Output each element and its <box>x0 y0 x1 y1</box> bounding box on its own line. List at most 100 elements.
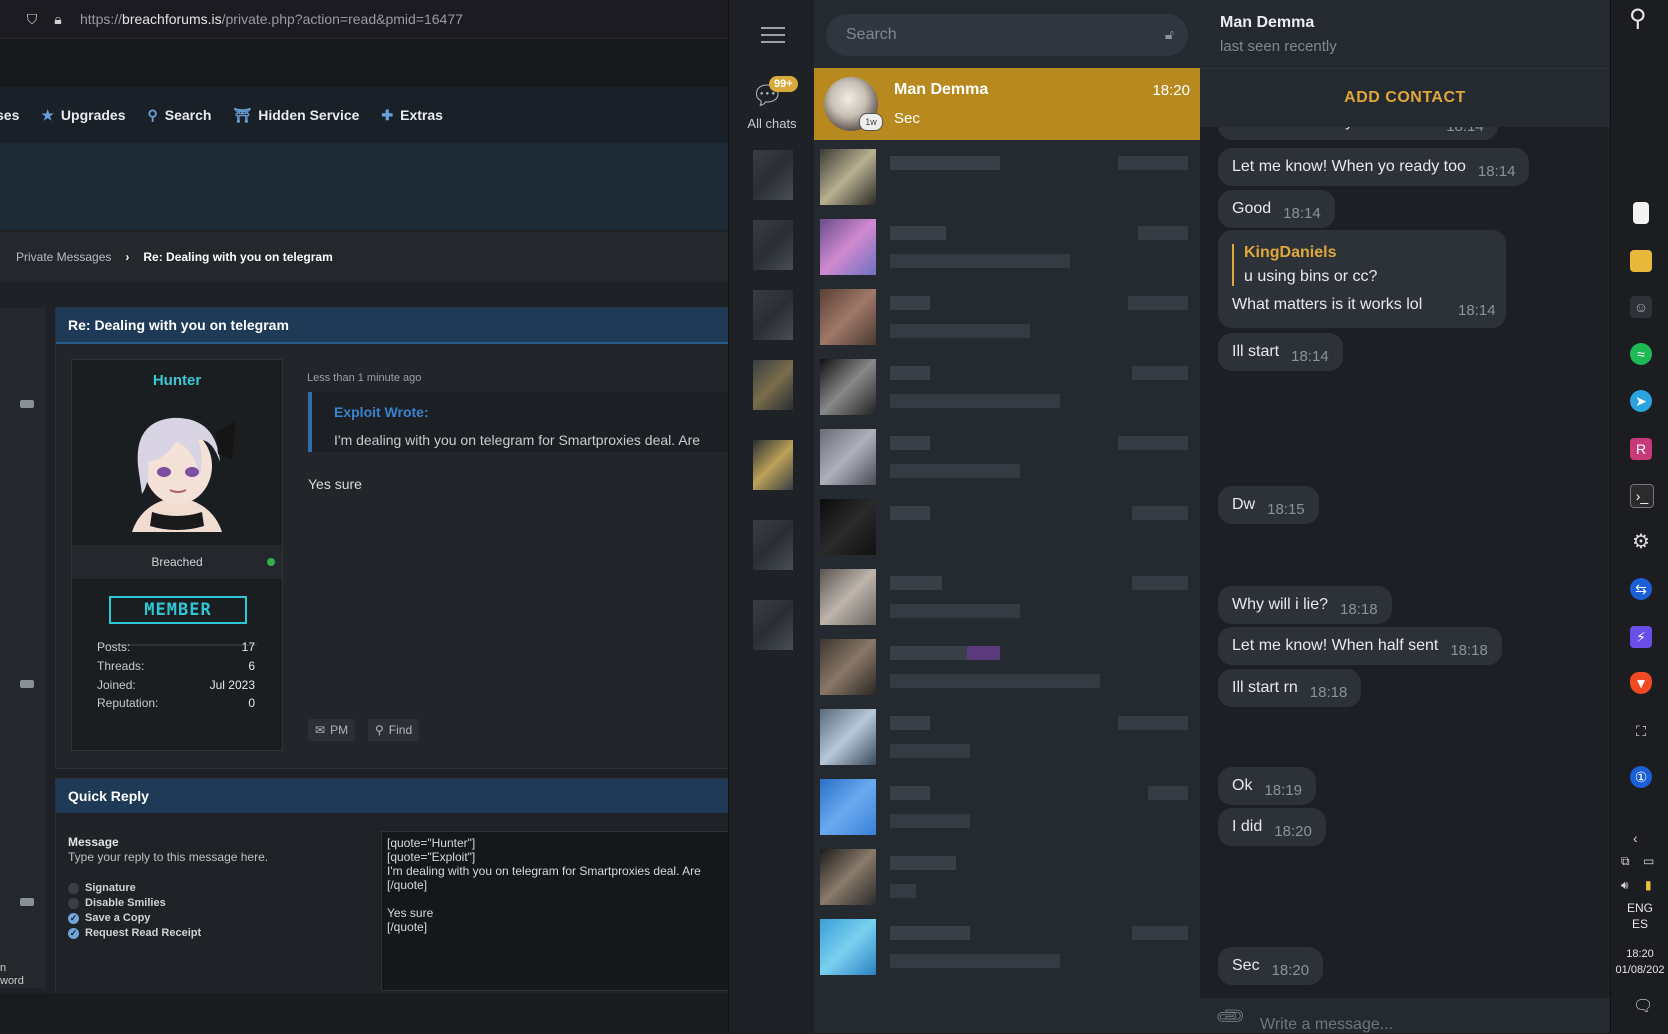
spotify-icon[interactable]: ≈ <box>1630 343 1652 365</box>
reply-author[interactable]: KingDaniels <box>1244 244 1336 262</box>
attach-icon[interactable]: 📎︎ <box>1213 999 1249 1034</box>
option-disable-smilies[interactable]: Disable Smilies <box>68 897 166 909</box>
plus-icon: ✚ <box>381 106 394 123</box>
taskbar: ⚲ ☺ ≈ ➤ R ›_ ⚙ ⇆ ⚡︎ ▼ ⛶ ① ‹ ⧉ ▭ 🔊︎ ▮ ENG… <box>1610 0 1668 1033</box>
message-bubble[interactable]: Ill start 18:14 <box>1218 333 1343 371</box>
chat-header[interactable]: Man Demma last seen recently <box>1200 0 1610 68</box>
message-bubble[interactable]: Sec 18:20 <box>1218 947 1324 985</box>
menu-icon[interactable] <box>761 27 785 48</box>
chat-item-blurred[interactable] <box>814 562 1200 632</box>
message-composer[interactable]: 📎︎ Write a message... <box>1200 998 1610 1034</box>
telegram-icon[interactable]: ➤ <box>1630 390 1652 412</box>
folder-icon[interactable] <box>1630 250 1652 272</box>
device-icon[interactable]: ⧉ <box>1621 854 1630 869</box>
message-bubble[interactable]: Why will i lie? 18:18 <box>1218 586 1392 624</box>
nav-item-partial[interactable]: ses <box>0 107 19 123</box>
folder-item[interactable] <box>753 440 793 490</box>
chat-item-blurred[interactable] <box>814 702 1200 772</box>
rider-icon[interactable]: R <box>1630 438 1652 460</box>
nav-item-hidden-service[interactable]: ⛩ Hidden Service <box>233 107 359 124</box>
volume-icon[interactable]: 🔊︎ <box>1621 878 1629 893</box>
chat-item-blurred[interactable] <box>814 212 1200 282</box>
bolt-icon[interactable]: ⚡︎ <box>1630 626 1652 648</box>
language-indicator[interactable]: ENG ES <box>1611 900 1668 932</box>
keyboard-icon[interactable] <box>20 898 34 906</box>
chat-item-blurred[interactable] <box>814 842 1200 912</box>
keyboard-icon[interactable] <box>20 400 34 408</box>
username[interactable]: Hunter <box>72 372 282 389</box>
search-input[interactable]: Search 🔓︎ <box>826 14 1188 56</box>
lock-icon[interactable]: 🔒︎ <box>50 11 66 27</box>
check-icon[interactable]: ✓ <box>68 927 79 939</box>
url-text[interactable]: https://breachforums.is/private.php?acti… <box>80 11 463 27</box>
check-icon[interactable]: ✓ <box>68 912 79 924</box>
terminal-icon[interactable]: ›_ <box>1630 484 1654 508</box>
blurred-time <box>1118 436 1188 450</box>
message-bubble-reply[interactable]: KingDaniels u using bins or cc? What mat… <box>1218 230 1506 328</box>
blurred-time <box>1138 226 1188 240</box>
message-input[interactable]: Write a message... <box>1260 1016 1393 1034</box>
quick-reply-title: Quick Reply <box>56 779 728 813</box>
message-bubble[interactable]: Dw 18:15 <box>1218 486 1319 524</box>
breadcrumb-private-messages[interactable]: Private Messages <box>16 250 111 264</box>
monitor-icon[interactable]: ▭ <box>1643 854 1654 868</box>
chat-item-blurred[interactable] <box>814 912 1200 982</box>
user-icon[interactable]: ☺ <box>1630 296 1652 318</box>
add-contact-button[interactable]: ADD CONTACT <box>1200 68 1610 127</box>
option-read-receipt[interactable]: ✓ Request Read Receipt <box>68 927 201 939</box>
chat-header-status: last seen recently <box>1220 38 1337 55</box>
lock-icon[interactable]: 🔓︎ <box>1165 26 1174 43</box>
folder-item[interactable] <box>753 290 793 340</box>
message-bubble[interactable]: Let me know! When yo ready too 18:14 <box>1218 148 1530 186</box>
nav-item-search[interactable]: ⚲ Search <box>148 107 212 124</box>
message-bubble[interactable]: Let me know! When half sent 18:18 <box>1218 627 1502 665</box>
folder-item[interactable] <box>753 360 793 410</box>
message-bubble[interactable]: Ill start rn 18:18 <box>1218 669 1362 707</box>
message-bubble[interactable]: Good 18:14 <box>1218 190 1335 228</box>
radio-icon[interactable] <box>68 882 79 894</box>
chat-item-blurred[interactable] <box>814 282 1200 352</box>
folder-item[interactable] <box>753 520 793 570</box>
avatar <box>820 359 876 415</box>
message-bubble[interactable]: I did 18:20 <box>1218 808 1326 846</box>
mail-icon: ✉ <box>315 723 326 737</box>
chat-item-blurred[interactable] <box>814 492 1200 562</box>
onepassword-icon[interactable]: ① <box>1630 766 1652 788</box>
folder-item[interactable] <box>753 220 793 270</box>
option-signature[interactable]: Signature <box>68 882 136 894</box>
screenshot-icon[interactable]: ⛶ <box>1630 720 1652 742</box>
keyboard-icon[interactable] <box>20 680 34 688</box>
clock[interactable]: 18:20 01/08/202 <box>1611 946 1668 978</box>
chat-item-blurred[interactable] <box>814 632 1200 702</box>
brave-icon[interactable]: ▼ <box>1630 672 1652 694</box>
nav-item-upgrades[interactable]: ★ Upgrades <box>41 107 125 124</box>
chat-item-blurred[interactable] <box>814 422 1200 492</box>
message-bubble[interactable]: Ok 18:19 <box>1218 767 1316 805</box>
gear-icon[interactable]: ⚙ <box>1630 531 1652 553</box>
chat-item-blurred[interactable] <box>814 772 1200 842</box>
nav-item-extras[interactable]: ✚ Extras <box>381 107 443 124</box>
chat-item-blurred[interactable] <box>814 352 1200 422</box>
option-save-copy[interactable]: ✓ Save a Copy <box>68 912 150 924</box>
folder-all-chats[interactable]: 💬︎ 99+ All chats <box>729 72 815 134</box>
pm-button[interactable]: ✉ PM <box>308 719 356 741</box>
notification-icon[interactable]: 🗨︎ <box>1633 996 1653 1016</box>
address-bar[interactable]: ⛉ 🔒︎ https://breachforums.is/private.php… <box>0 0 728 39</box>
chevron-left-icon[interactable]: ‹ <box>1633 830 1638 846</box>
find-button[interactable]: ⚲ Find <box>368 719 420 741</box>
stat-reputation: Reputation: 0 <box>97 696 255 710</box>
chat-item-active[interactable]: 1w Man Demma 18:20 Sec <box>814 68 1200 140</box>
chat-item-blurred[interactable] <box>814 142 1200 212</box>
shield-icon[interactable]: ⛉ <box>24 11 40 27</box>
teamviewer-icon[interactable]: ⇆ <box>1630 578 1652 600</box>
battery-icon[interactable]: ▮ <box>1645 878 1652 892</box>
search-icon[interactable]: ⚲ <box>1629 4 1647 33</box>
folder-item[interactable] <box>753 600 793 650</box>
quote-block: Exploit Wrote: I'm dealing with you on t… <box>308 392 728 452</box>
document-icon[interactable] <box>1633 202 1649 224</box>
reply-textarea[interactable]: [quote="Hunter"] [quote="Exploit"] I'm d… <box>381 831 728 991</box>
radio-icon[interactable] <box>68 897 79 909</box>
folder-item[interactable] <box>753 150 793 200</box>
avatar[interactable] <box>112 402 242 536</box>
chat-header-name[interactable]: Man Demma <box>1220 14 1314 32</box>
